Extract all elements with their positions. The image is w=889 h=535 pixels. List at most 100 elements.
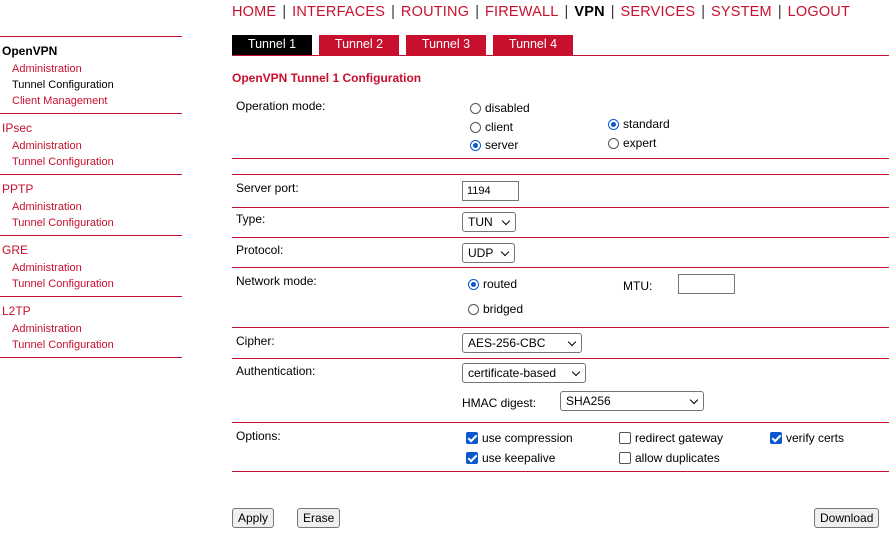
use-compression-label: use compression: [482, 431, 573, 445]
tab-tunnel-2[interactable]: Tunnel 2: [319, 35, 399, 55]
hmac-digest-select[interactable]: SHA256: [560, 391, 704, 411]
nav-firewall[interactable]: FIREWALL: [485, 4, 559, 20]
sidebar-title-openvpn[interactable]: OpenVPN: [0, 43, 182, 59]
server-port-input[interactable]: 1194: [462, 181, 519, 201]
cipher-select[interactable]: AES-256-CBC: [462, 333, 582, 353]
apply-button[interactable]: Apply: [232, 508, 275, 528]
hmac-digest-label: HMAC digest:: [462, 396, 537, 410]
row-network-mode: Network mode: routed bridged MTU:: [232, 268, 889, 328]
tab-tunnel-3[interactable]: Tunnel 3: [406, 35, 486, 55]
radio-expert[interactable]: expert: [608, 136, 656, 150]
nav-separator: |: [610, 4, 615, 20]
radio-server-label: server: [485, 138, 519, 152]
type-select-value: TUN: [468, 215, 493, 229]
sidebar-title-ipsec[interactable]: IPsec: [0, 120, 182, 136]
checkbox-verify-certs[interactable]: verify certs: [770, 431, 844, 445]
page-title: OpenVPN Tunnel 1 Configuration: [232, 71, 422, 85]
chevron-down-icon: [500, 247, 510, 257]
checkbox-icon: [619, 432, 631, 444]
nav-routing[interactable]: ROUTING: [401, 4, 469, 20]
row-cipher: Cipher: AES-256-CBC: [232, 328, 889, 359]
download-button[interactable]: Download: [814, 508, 880, 528]
sidebar-item-openvpn-tunnel-configuration[interactable]: Tunnel Configuration: [0, 77, 182, 93]
nav-logout[interactable]: LOGOUT: [788, 4, 850, 20]
cipher-label: Cipher:: [236, 334, 275, 348]
checkbox-allow-duplicates[interactable]: allow duplicates: [619, 451, 720, 465]
radio-disabled-label: disabled: [485, 101, 530, 115]
redirect-gateway-label: redirect gateway: [635, 431, 724, 445]
mtu-input[interactable]: [678, 274, 735, 294]
protocol-select-value: UDP: [468, 246, 494, 260]
tab-tunnel-1[interactable]: Tunnel 1: [232, 35, 312, 55]
radio-client[interactable]: client: [470, 120, 513, 134]
radio-circle-icon: [608, 138, 619, 149]
sidebar-item-ipsec-tunnel-configuration[interactable]: Tunnel Configuration: [0, 154, 182, 170]
checkbox-use-compression[interactable]: use compression: [466, 431, 573, 445]
checkbox-checked-icon: [466, 452, 478, 464]
sidebar-item-gre-tunnel-configuration[interactable]: Tunnel Configuration: [0, 276, 182, 292]
sidebar-item-pptp-administration[interactable]: Administration: [0, 199, 182, 215]
checkbox-icon: [619, 452, 631, 464]
authentication-select[interactable]: certificate-based: [462, 363, 586, 383]
operation-mode-label: Operation mode:: [236, 99, 326, 113]
sidebar-item-openvpn-administration[interactable]: Administration: [0, 61, 182, 77]
radio-bridged[interactable]: bridged: [468, 302, 523, 316]
type-label: Type:: [236, 212, 266, 226]
radio-circle-icon: [468, 304, 479, 315]
checkbox-use-keepalive[interactable]: use keepalive: [466, 451, 555, 465]
erase-button[interactable]: Erase: [297, 508, 341, 528]
sidebar-group-openvpn: OpenVPN Administration Tunnel Configurat…: [0, 36, 182, 113]
nav-separator: |: [777, 4, 782, 20]
hmac-digest-select-value: SHA256: [566, 394, 611, 408]
radio-disabled[interactable]: disabled: [470, 101, 530, 115]
type-select[interactable]: TUN: [462, 212, 516, 232]
nav-interfaces[interactable]: INTERFACES: [292, 4, 385, 20]
server-port-label: Server port:: [236, 181, 299, 195]
nav-home[interactable]: HOME: [232, 4, 276, 20]
sidebar-title-l2tp[interactable]: L2TP: [0, 303, 182, 319]
network-mode-label: Network mode:: [236, 274, 317, 288]
tab-tunnel-4[interactable]: Tunnel 4: [493, 35, 573, 55]
top-nav: HOME | INTERFACES | ROUTING | FIREWALL | VPN | SER…: [232, 4, 850, 20]
nav-system[interactable]: SYSTEM: [711, 4, 772, 20]
radio-routed[interactable]: routed: [468, 277, 517, 291]
radio-server[interactable]: server: [470, 138, 518, 152]
protocol-label: Protocol:: [236, 243, 284, 257]
nav-separator: |: [391, 4, 395, 20]
radio-client-label: client: [485, 120, 514, 134]
sidebar-title-pptp[interactable]: PPTP: [0, 181, 182, 197]
nav-separator: |: [475, 4, 479, 20]
sidebar-item-pptp-tunnel-configuration[interactable]: Tunnel Configuration: [0, 215, 182, 231]
chevron-down-icon: [689, 395, 699, 405]
sidebar-item-l2tp-tunnel-configuration[interactable]: Tunnel Configuration: [0, 337, 182, 353]
authentication-label: Authentication:: [236, 364, 316, 378]
protocol-select[interactable]: UDP: [462, 243, 515, 263]
verify-certs-label: verify certs: [786, 431, 845, 445]
nav-vpn[interactable]: VPN: [574, 4, 604, 20]
nav-services[interactable]: SERVICES: [621, 4, 696, 20]
sidebar-item-gre-administration[interactable]: Administration: [0, 260, 182, 276]
radio-selected-icon: [608, 119, 619, 130]
row-options: Options: use compression redirect gatewa…: [232, 423, 889, 472]
chevron-down-icon: [501, 216, 511, 226]
sidebar-item-ipsec-administration[interactable]: Administration: [0, 138, 182, 154]
allow-duplicates-label: allow duplicates: [635, 451, 720, 465]
radio-standard[interactable]: standard: [608, 117, 670, 131]
row-type: Type: TUN: [232, 207, 889, 238]
radio-standard-label: standard: [623, 117, 670, 131]
checkbox-redirect-gateway[interactable]: redirect gateway: [619, 431, 723, 445]
sidebar-title-gre[interactable]: GRE: [0, 242, 182, 258]
tunnel-tabs: Tunnel 1 Tunnel 2 Tunnel 3 Tunnel 4: [232, 35, 889, 56]
radio-circle-icon: [470, 122, 481, 133]
authentication-select-value: certificate-based: [468, 366, 557, 380]
sidebar-item-openvpn-client-management[interactable]: Client Management: [0, 93, 182, 109]
mtu-label: MTU:: [623, 279, 653, 293]
sidebar-item-l2tp-administration[interactable]: Administration: [0, 321, 182, 337]
radio-circle-icon: [470, 103, 481, 114]
chevron-down-icon: [571, 367, 581, 377]
sidebar-group-ipsec: IPsec Administration Tunnel Configuratio…: [0, 113, 182, 174]
radio-selected-icon: [468, 279, 479, 290]
sidebar-group-pptp: PPTP Administration Tunnel Configuration: [0, 174, 182, 235]
nav-separator: |: [564, 4, 569, 20]
chevron-down-icon: [567, 337, 577, 347]
